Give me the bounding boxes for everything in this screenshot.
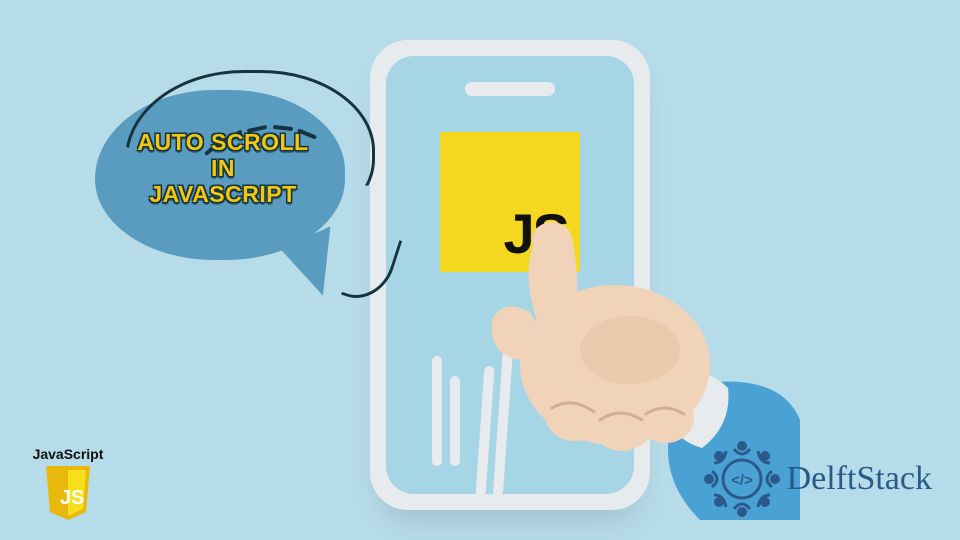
svg-text:S: S <box>71 487 84 509</box>
headline-line-2: IN <box>123 156 323 182</box>
svg-text:J: J <box>60 487 71 509</box>
svg-text:</>: </> <box>731 472 753 489</box>
phone-notch <box>465 82 555 96</box>
javascript-badge: JavaScript J S <box>24 446 112 522</box>
delftstack-wordmark: DelftStack <box>787 460 932 498</box>
headline-line-3: JAVASCRIPT <box>123 182 323 208</box>
delftstack-mark-icon: </> <box>703 440 781 518</box>
screen-scroll-line <box>450 376 460 466</box>
delftstack-logo: </> DelftStack <box>703 440 932 518</box>
speech-bubble: AUTO SCROLL IN JAVASCRIPT <box>95 70 385 300</box>
screen-scroll-line <box>432 356 442 466</box>
javascript-badge-label: JavaScript <box>24 446 112 462</box>
headline-line-1: AUTO SCROLL <box>123 130 323 156</box>
headline-text: AUTO SCROLL IN JAVASCRIPT <box>123 130 323 207</box>
javascript-shield-icon: J S <box>42 464 94 522</box>
